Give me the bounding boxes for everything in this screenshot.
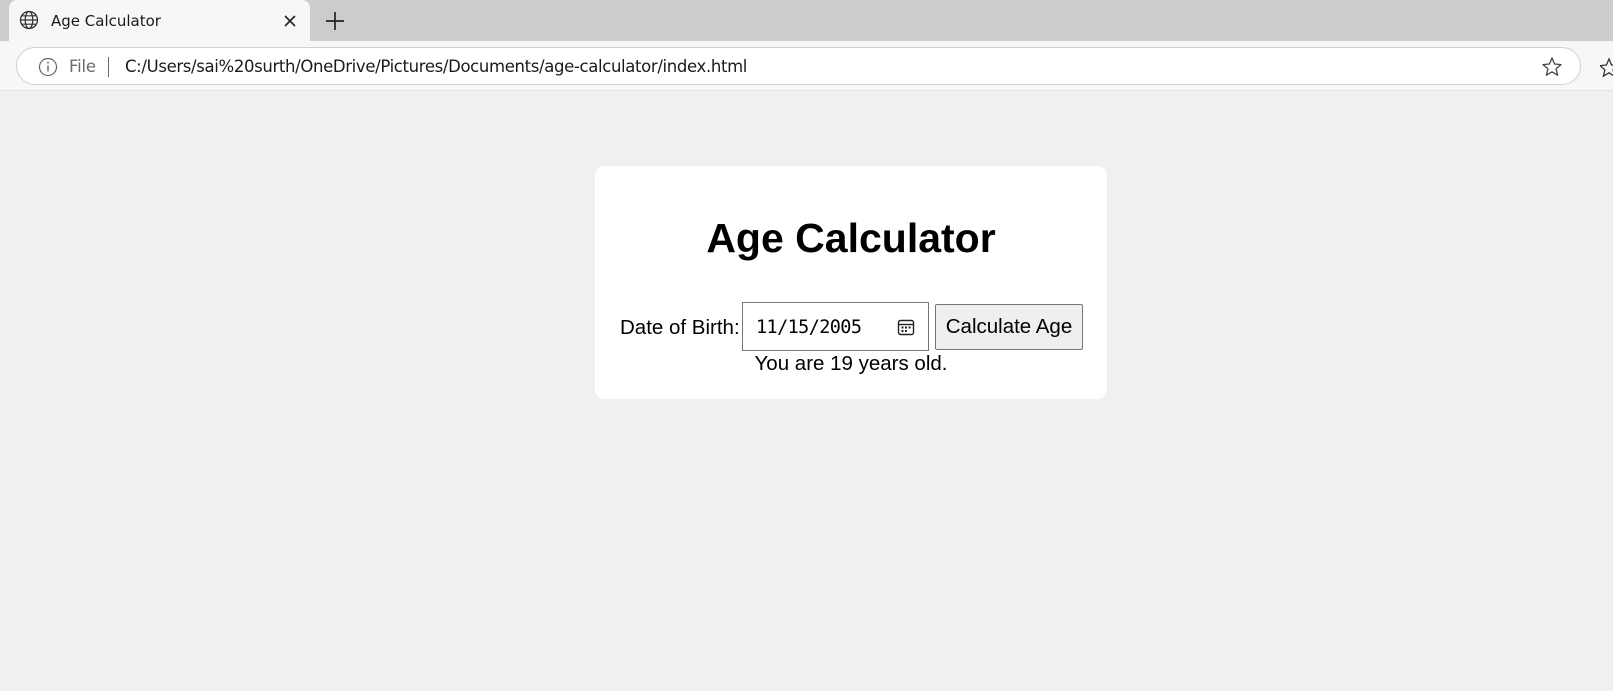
calendar-icon[interactable]	[896, 317, 916, 337]
tab-title: Age Calculator	[51, 12, 161, 30]
calculate-age-button[interactable]: Calculate Age	[935, 304, 1083, 350]
browser-tab[interactable]: Age Calculator	[9, 0, 310, 42]
calculator-card: Age Calculator Date of Birth: 11/15/2005…	[595, 166, 1107, 399]
address-bar[interactable]: File C:/Users/sai%20surth/OneDrive/Pictu…	[16, 47, 1581, 85]
plus-icon[interactable]	[323, 9, 347, 33]
age-result: You are 19 years old.	[754, 352, 948, 375]
scheme-label: File	[69, 57, 96, 76]
dob-date-input[interactable]: 11/15/2005	[742, 302, 929, 351]
page-title: Age Calculator	[706, 215, 996, 261]
browser-toolbar: File C:/Users/sai%20surth/OneDrive/Pictu…	[0, 41, 1613, 91]
info-icon[interactable]	[38, 57, 58, 77]
tab-strip: Age Calculator	[0, 0, 1613, 42]
address-divider	[108, 57, 109, 77]
close-icon[interactable]	[280, 11, 300, 31]
globe-icon	[19, 10, 39, 30]
favorites-icon[interactable]	[1600, 57, 1613, 79]
dob-label: Date of Birth:	[620, 316, 740, 339]
star-icon[interactable]	[1541, 56, 1563, 78]
url-text[interactable]: C:/Users/sai%20surth/OneDrive/Pictures/D…	[125, 57, 747, 76]
dob-value[interactable]: 11/15/2005	[756, 317, 862, 338]
